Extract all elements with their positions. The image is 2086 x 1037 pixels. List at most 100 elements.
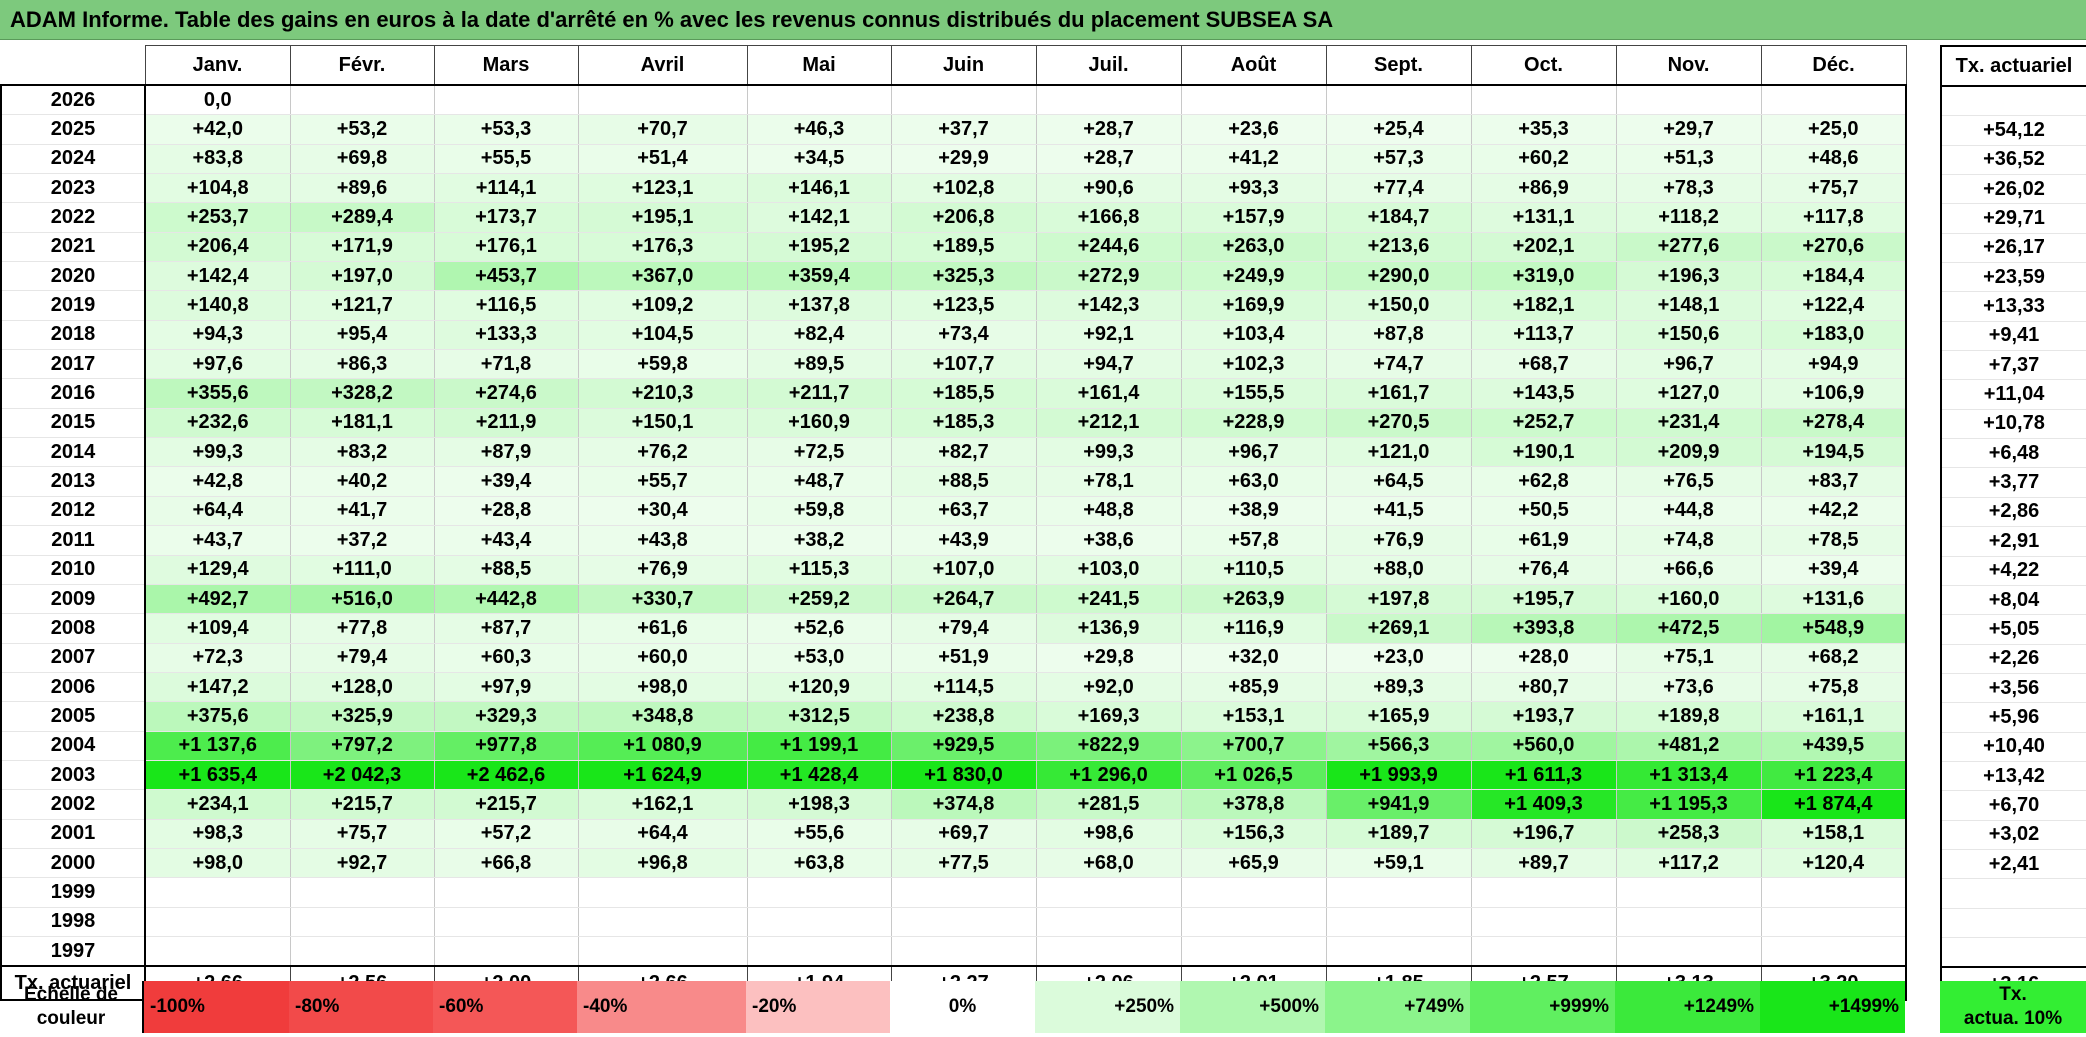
gain-cell: +89,6 <box>289 173 435 204</box>
gain-cell: +75,8 <box>1760 672 1907 703</box>
year-label: 2017 <box>0 349 146 380</box>
gain-cell: +103,4 <box>1180 320 1327 351</box>
gain-cell: +129,4 <box>144 555 291 585</box>
rate-cell: +2,86 <box>1940 497 2086 528</box>
year-row: 2004 +1 137,6 +797,2 +977,8 +1 080,9 +1 199,1… <box>0 731 1907 761</box>
gain-cell: +63,7 <box>890 496 1037 527</box>
gain-cell: +2 462,6 <box>433 760 579 791</box>
gain-cell: +259,2 <box>746 584 892 615</box>
scale-swatch: +999% <box>1470 981 1615 1033</box>
gain-cell: +116,9 <box>1180 613 1327 644</box>
gain-cell: +107,7 <box>890 349 1037 380</box>
gain-cell: +64,4 <box>577 819 748 849</box>
gain-cell: +51,3 <box>1615 144 1762 175</box>
gain-cell: +75,7 <box>1760 173 1907 204</box>
gain-cell: +700,7 <box>1180 731 1327 761</box>
rate-cell: +2,91 <box>1940 526 2086 557</box>
gain-cell: +439,5 <box>1760 731 1907 761</box>
gain-cell: +181,1 <box>289 408 435 439</box>
gain-cell: +86,9 <box>1470 173 1617 204</box>
gain-cell: +1 635,4 <box>144 760 291 791</box>
gain-cell: +114,1 <box>433 173 579 204</box>
year-label: 2013 <box>0 466 146 497</box>
gain-cell: +59,1 <box>1325 848 1472 879</box>
gain-cell: +111,0 <box>289 555 435 585</box>
gain-cell: +319,0 <box>1470 261 1617 292</box>
gain-cell: +215,7 <box>433 789 579 820</box>
year-label: 2023 <box>0 173 146 204</box>
gain-cell: +76,2 <box>577 437 748 468</box>
gain-cell: +560,0 <box>1470 731 1617 761</box>
gain-cell: +25,4 <box>1325 114 1472 145</box>
gain-cell: +92,1 <box>1035 320 1182 351</box>
gain-cell: +348,8 <box>577 701 748 732</box>
gain-cell <box>1180 85 1327 116</box>
gain-cell: +30,4 <box>577 496 748 527</box>
gain-cell: +127,0 <box>1615 378 1762 409</box>
gain-cell: +39,4 <box>1760 555 1907 585</box>
rate-cell: +3,77 <box>1940 467 2086 498</box>
gain-cell: +98,3 <box>144 819 291 849</box>
gain-cell: 0,0 <box>144 85 291 116</box>
gain-cell: +158,1 <box>1760 819 1907 849</box>
gain-cell: +442,8 <box>433 584 579 615</box>
gain-cell: +53,2 <box>289 114 435 145</box>
year-label: 2015 <box>0 408 146 439</box>
gain-cell: +41,7 <box>289 496 435 527</box>
gain-cell: +189,8 <box>1615 701 1762 732</box>
gain-cell: +355,6 <box>144 378 291 409</box>
gain-cell: +98,6 <box>1035 819 1182 849</box>
gain-cell: +35,3 <box>1470 114 1617 145</box>
gain-cell: +42,8 <box>144 466 291 497</box>
year-label: 2016 <box>0 378 146 409</box>
month-header: Mars <box>433 45 579 86</box>
gain-cell: +75,7 <box>289 819 435 849</box>
gain-cell <box>433 877 579 908</box>
year-row: 2020 +142,4 +197,0 +453,7 +367,0 +359,4 +325,3… <box>0 261 1907 292</box>
gain-cell <box>1760 936 1907 967</box>
gain-cell: +44,8 <box>1615 496 1762 527</box>
gain-cell: +212,1 <box>1035 408 1182 439</box>
gain-cell: +136,9 <box>1035 613 1182 644</box>
gain-cell: +1 993,9 <box>1325 760 1472 791</box>
gain-cell <box>1615 907 1762 937</box>
gain-cell: +1 026,5 <box>1180 760 1327 791</box>
scale-swatch: -60% <box>433 981 577 1033</box>
gain-cell <box>289 877 435 908</box>
gain-cell: +184,7 <box>1325 202 1472 233</box>
gain-cell: +94,3 <box>144 320 291 351</box>
gain-cell: +244,6 <box>1035 232 1182 263</box>
gain-cell: +202,1 <box>1470 232 1617 263</box>
gain-cell: +114,5 <box>890 672 1037 703</box>
gain-cell: +165,9 <box>1325 701 1472 732</box>
gain-cell: +189,5 <box>890 232 1037 263</box>
gain-cell: +87,8 <box>1325 320 1472 351</box>
gain-cell: +161,1 <box>1760 701 1907 732</box>
rate-cell <box>1940 878 2086 909</box>
gain-cell: +146,1 <box>746 173 892 204</box>
gain-cell: +278,4 <box>1760 408 1907 439</box>
scale-swatch: +749% <box>1325 981 1470 1033</box>
gain-cell <box>577 85 748 116</box>
year-label: 2005 <box>0 701 146 732</box>
year-label: 2004 <box>0 731 146 761</box>
gain-cell: +173,7 <box>433 202 579 233</box>
gain-cell: +83,2 <box>289 437 435 468</box>
gain-cell: +211,9 <box>433 408 579 439</box>
gain-cell <box>746 877 892 908</box>
gain-cell: +548,9 <box>1760 613 1907 644</box>
gain-cell: +472,5 <box>1615 613 1762 644</box>
gain-cell: +185,3 <box>890 408 1037 439</box>
year-row: 2018 +94,3 +95,4 +133,3 +104,5 +82,4 +73,4 +92,… <box>0 320 1907 351</box>
rate-cell: +26,02 <box>1940 174 2086 205</box>
rate-table: Tx. actuariel +54,12 +36,52 +26,02 +29,71 +2… <box>1940 45 2086 1003</box>
rate-cell: +6,70 <box>1940 790 2086 821</box>
gain-cell: +329,3 <box>433 701 579 732</box>
gain-cell: +102,3 <box>1180 349 1327 380</box>
year-row: 2000 +98,0 +92,7 +66,8 +96,8 +63,8 +77,5 +68,0 +… <box>0 848 1907 879</box>
gain-cell: +96,7 <box>1180 437 1327 468</box>
gain-cell: +277,6 <box>1615 232 1762 263</box>
gain-cell: +169,3 <box>1035 701 1182 732</box>
gain-cell: +76,9 <box>1325 525 1472 556</box>
gain-cell: +209,9 <box>1615 437 1762 468</box>
